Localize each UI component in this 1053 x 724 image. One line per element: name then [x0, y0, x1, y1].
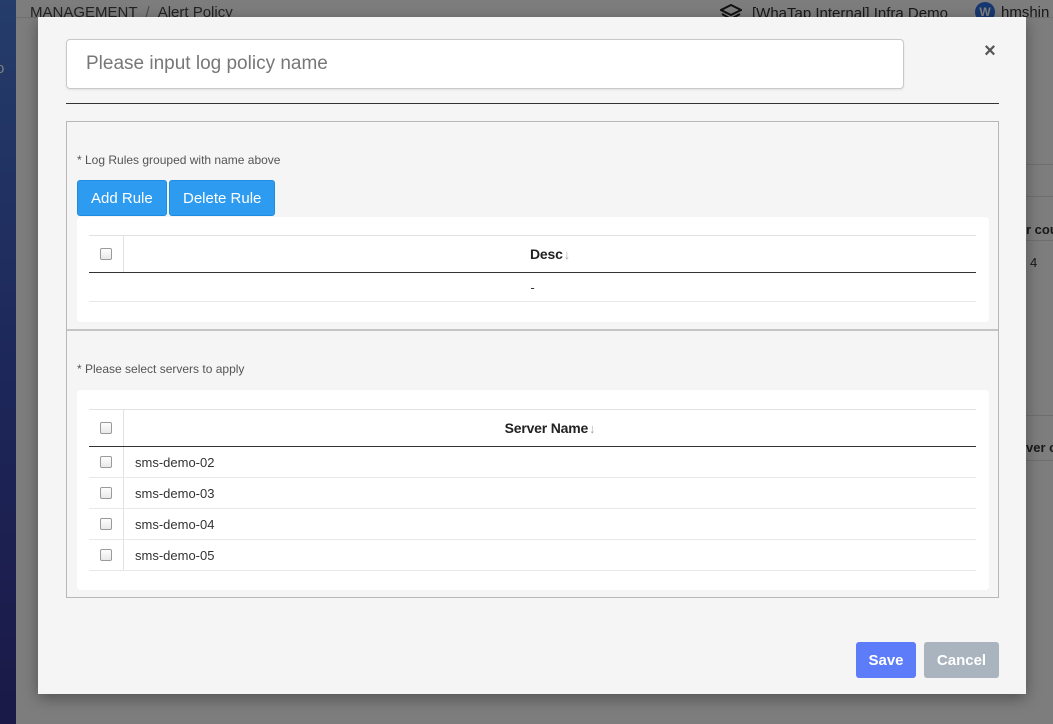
log-policy-modal: × * Log Rules grouped with name above Ad… — [38, 17, 1026, 694]
server-name: sms-demo-03 — [135, 485, 215, 501]
select-all-checkbox[interactable] — [100, 248, 112, 260]
table-row[interactable]: sms-demo-04 — [89, 509, 976, 540]
empty-rule-cell: - — [530, 279, 535, 295]
table-header: Desc ↓ — [89, 235, 976, 273]
select-all-checkbox[interactable] — [100, 422, 112, 434]
row-checkbox-cell — [89, 478, 124, 508]
row-checkbox-cell — [89, 447, 124, 477]
servers-table: Server Name ↓ sms-demo-02 sms-demo-03 sms… — [89, 409, 976, 571]
row-checkbox[interactable] — [100, 487, 112, 499]
server-name-column-label: Server Name — [504, 420, 589, 436]
server-name: sms-demo-04 — [135, 516, 215, 532]
sort-arrow-icon[interactable]: ↓ — [589, 421, 596, 436]
divider — [66, 103, 999, 104]
table-header: Server Name ↓ — [89, 409, 976, 447]
row-checkbox[interactable] — [100, 549, 112, 561]
delete-rule-button[interactable]: Delete Rule — [169, 180, 276, 216]
select-all-cell — [89, 410, 124, 446]
sort-arrow-icon[interactable]: ↓ — [564, 247, 571, 262]
server-name: sms-demo-02 — [135, 454, 215, 470]
policy-panel: * Log Rules grouped with name above Add … — [66, 121, 999, 598]
row-checkbox[interactable] — [100, 456, 112, 468]
row-checkbox[interactable] — [100, 518, 112, 530]
section-divider — [67, 329, 998, 331]
desc-column-header[interactable]: Desc ↓ — [124, 236, 976, 272]
row-checkbox-cell — [89, 540, 124, 570]
close-icon[interactable]: × — [982, 41, 998, 61]
table-row[interactable]: sms-demo-05 — [89, 540, 976, 571]
server-name-column-header[interactable]: Server Name ↓ — [124, 410, 976, 446]
policy-name-input[interactable] — [66, 39, 904, 89]
table-row: - — [89, 273, 976, 302]
cancel-button[interactable]: Cancel — [924, 642, 999, 678]
row-checkbox-cell — [89, 509, 124, 539]
rules-table: Desc ↓ - — [89, 235, 976, 302]
save-button[interactable]: Save — [856, 642, 916, 678]
rules-table-card: Desc ↓ - — [77, 217, 989, 322]
servers-hint: * Please select servers to apply — [77, 362, 245, 376]
servers-table-card: Server Name ↓ sms-demo-02 sms-demo-03 sms… — [77, 390, 989, 590]
table-row[interactable]: sms-demo-02 — [89, 447, 976, 478]
table-row[interactable]: sms-demo-03 — [89, 478, 976, 509]
server-name: sms-demo-05 — [135, 547, 215, 563]
select-all-cell — [89, 236, 124, 272]
desc-column-label: Desc — [530, 246, 563, 262]
rules-hint: * Log Rules grouped with name above — [77, 153, 281, 167]
add-rule-button[interactable]: Add Rule — [77, 180, 167, 216]
